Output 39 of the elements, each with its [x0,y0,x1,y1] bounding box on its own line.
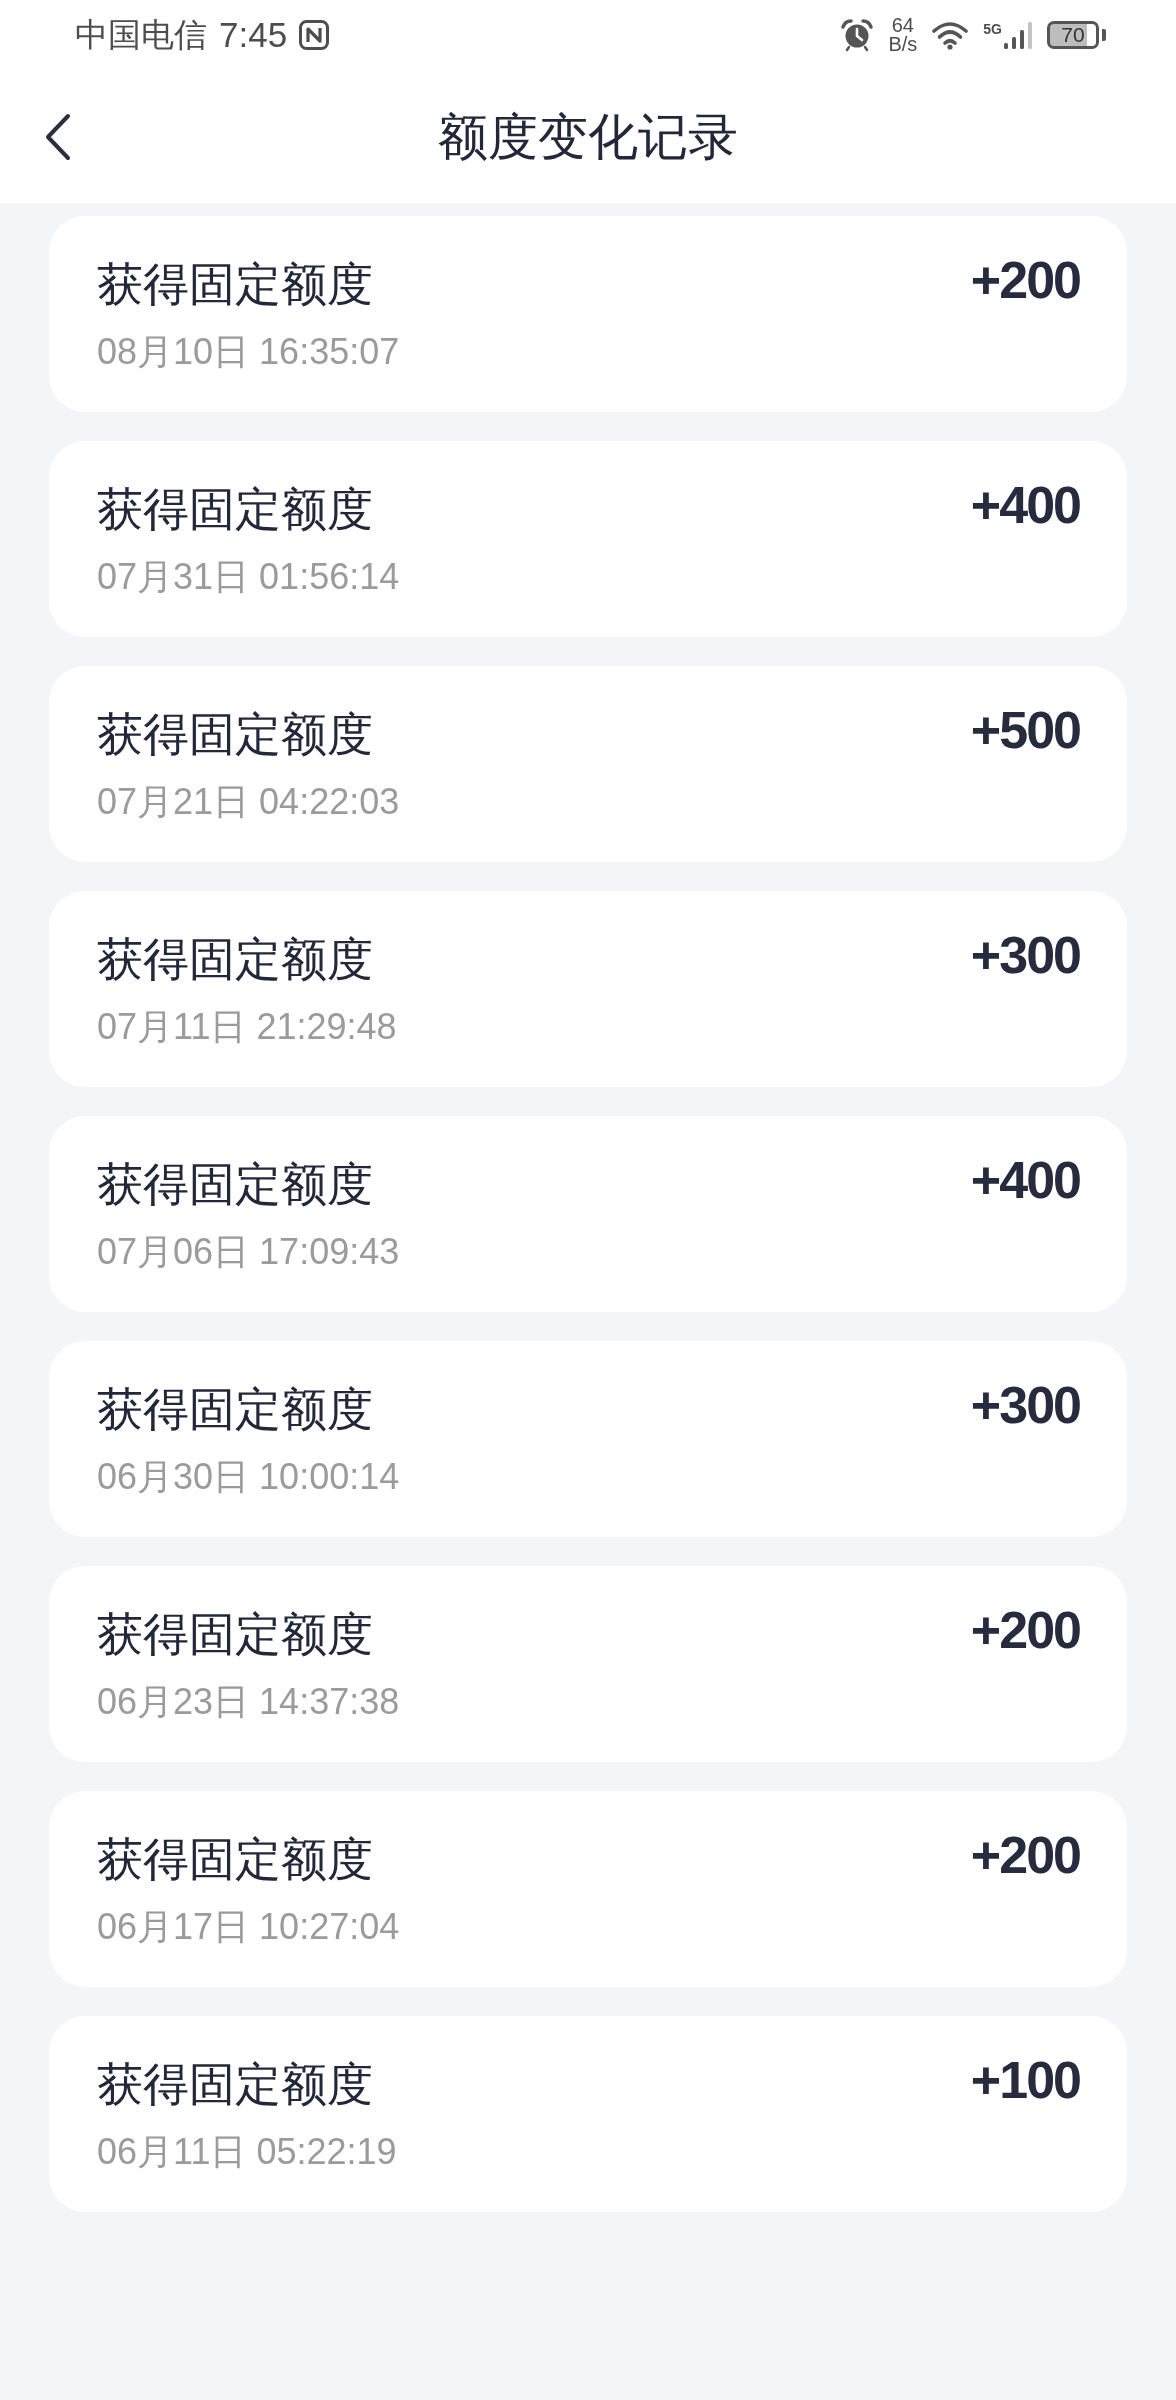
carrier-name: 中国电信 [75,15,207,55]
chevron-left-icon [44,112,72,161]
record-amount: +500 [970,701,1080,759]
record-time: 07月06日 17:09:43 [97,1230,400,1274]
record-time: 06月30日 10:00:14 [97,1455,400,1499]
record-time: 06月17日 10:27:04 [97,1905,400,1949]
record-title: 获得固定额度 [97,1607,374,1662]
record-time: 06月23日 14:37:38 [97,1680,400,1724]
record-title: 获得固定额度 [97,707,374,762]
record-amount: +100 [970,2051,1080,2109]
record-title: 获得固定额度 [97,2057,374,2112]
record-amount: +400 [970,1151,1080,1209]
record-title: 获得固定额度 [97,932,374,987]
record-title: 获得固定额度 [97,1382,374,1437]
record-amount: +200 [970,1826,1080,1884]
record-time: 06月11日 05:22:19 [97,2130,397,2174]
record-title: 获得固定额度 [97,1832,374,1887]
record-amount: +200 [970,251,1080,309]
network-type-label: 5G [983,21,1002,37]
page-title: 额度变化记录 [438,107,738,167]
nfc-icon [299,20,330,50]
alarm-clock-icon [840,18,875,52]
record-title: 获得固定额度 [97,257,374,312]
signal-strength-icon [1003,21,1033,49]
record-time: 07月21日 04:22:03 [97,780,400,824]
network-speed-unit: B/s [888,35,918,54]
record-amount: +300 [970,926,1080,984]
record-amount: +200 [970,1601,1080,1659]
record-title: 获得固定额度 [97,1157,374,1212]
network-speed-value: 64 [891,16,914,35]
wifi-icon [931,20,970,50]
record-time: 07月11日 21:29:48 [97,1005,397,1049]
record-time: 07月31日 01:56:14 [97,555,400,599]
record-time: 08月10日 16:35:07 [97,330,400,374]
record-title: 获得固定额度 [97,482,374,537]
record-amount: +400 [970,476,1080,534]
clock-time: 7:45 [219,15,288,55]
battery-indicator: 70 [1047,21,1106,49]
record-amount: +300 [970,1376,1080,1434]
